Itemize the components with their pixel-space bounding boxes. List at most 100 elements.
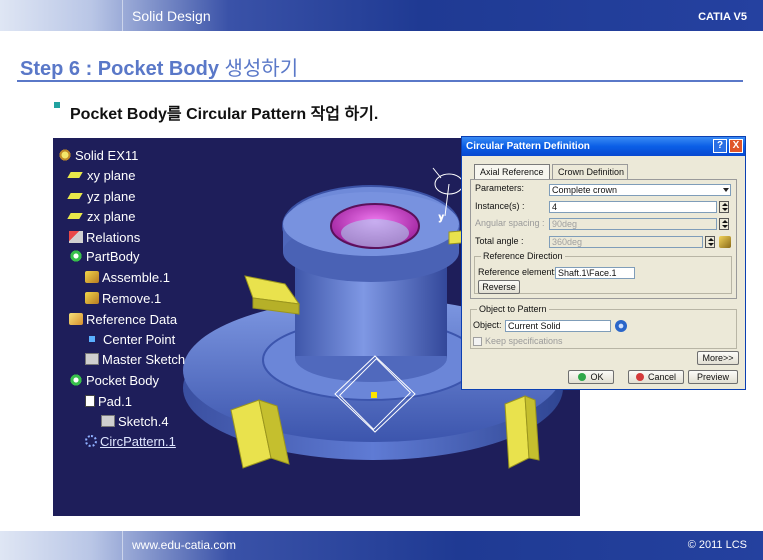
instances-label: Instance(s) : (475, 201, 525, 211)
title-underline (17, 80, 743, 82)
sketch-icon (101, 415, 115, 427)
chevron-down-icon (723, 188, 729, 192)
tree-item-master-sketch[interactable]: Master Sketch (85, 350, 185, 368)
dialog-titlebar[interactable]: Circular Pattern Definition (462, 137, 745, 156)
footer-copyright: © 2011 LCS (687, 539, 747, 551)
total-angle-spinner[interactable] (705, 236, 715, 248)
pattern-tab-right (504, 395, 540, 469)
parameters-value: Complete crown (552, 185, 618, 195)
cancel-button[interactable]: Cancel (628, 370, 684, 384)
bullet-marker (54, 102, 60, 108)
parameters-dropdown[interactable]: Complete crown (549, 184, 731, 196)
header-divider (122, 0, 123, 31)
angular-spacing-input[interactable]: 90deg (549, 218, 717, 230)
footer-divider (122, 531, 123, 560)
reference-direction-group: Reference Direction Reference element: S… (474, 251, 732, 294)
object-to-pattern-group: Object to Pattern Object: Current Solid … (470, 304, 737, 349)
tree-item-label: Master Sketch (102, 351, 186, 367)
tab-crown-definition[interactable]: Crown Definition (552, 164, 628, 179)
reference-data-icon (69, 313, 83, 325)
object-label: Object: (473, 320, 502, 330)
tree-item-pad[interactable]: Pad.1 (85, 392, 132, 410)
tree-item-label: Assemble.1 (102, 269, 170, 285)
more-button[interactable]: More>> (697, 351, 739, 365)
cancel-icon (635, 373, 644, 381)
reference-element-input[interactable]: Shaft.1\Face.1 (555, 267, 635, 279)
tab-axial-reference[interactable]: Axial Reference (474, 164, 550, 179)
tree-item-xy-plane[interactable]: xy plane (67, 166, 136, 184)
header-product-label: CATIA V5 (698, 11, 747, 23)
tree-item-label: Pad.1 (98, 393, 132, 409)
angular-spacing-spinner[interactable] (719, 218, 729, 230)
tree-item-label: yz plane (87, 188, 136, 204)
total-angle-input[interactable]: 360deg (549, 236, 703, 248)
sketch-icon (85, 353, 99, 365)
circular-pattern-dialog[interactable]: Circular Pattern Definition ? X Axial Re… (461, 136, 746, 390)
help-button[interactable]: ? (713, 139, 727, 153)
relations-icon (69, 231, 83, 243)
tree-item-label: Solid EX11 (75, 147, 139, 163)
tree-item-label: Relations (86, 229, 141, 245)
tree-item-label: xy plane (87, 167, 136, 183)
slide-footer: www.edu-catia.com © 2011 LCS (0, 531, 763, 560)
ok-label: OK (590, 372, 604, 382)
tree-item-circpattern[interactable]: CircPattern.1 (85, 432, 176, 450)
reverse-button[interactable]: Reverse (478, 280, 520, 294)
tree-item-root[interactable]: Solid EX11 (58, 146, 138, 164)
body-icon (69, 374, 83, 386)
step-title-en: Step 6 : Pocket Body (20, 58, 219, 80)
circular-pattern-icon (85, 435, 97, 447)
object-to-pattern-title: Object to Pattern (477, 304, 549, 314)
reference-direction-title: Reference Direction (481, 251, 565, 261)
step-title-ko: 생성하기 (224, 58, 299, 80)
tree-item-relations[interactable]: Relations (69, 228, 140, 246)
measure-icon[interactable] (719, 236, 731, 248)
ok-button[interactable]: OK (568, 370, 614, 384)
assemble-icon (85, 271, 99, 283)
close-button[interactable]: X (729, 139, 743, 153)
plane-icon (67, 213, 83, 219)
tree-item-label: Center Point (103, 331, 176, 347)
part-icon (58, 149, 72, 161)
parameters-label: Parameters: (475, 183, 525, 193)
cancel-label: Cancel (647, 372, 676, 382)
axial-reference-panel: Parameters: Complete crown Instance(s) :… (470, 179, 737, 299)
instances-spinner[interactable] (719, 201, 729, 213)
tree-item-partbody[interactable]: PartBody (69, 247, 139, 265)
tree-item-label: CircPattern.1 (100, 433, 176, 449)
header-section-title: Solid Design (132, 8, 211, 24)
preview-button[interactable]: Preview (688, 370, 738, 384)
tree-item-center-point[interactable]: Center Point (85, 330, 175, 348)
remove-icon (85, 292, 99, 304)
plane-icon (67, 193, 83, 199)
angular-spacing-label: Angular spacing : (475, 218, 545, 228)
instances-input[interactable]: 4 (549, 201, 717, 213)
keep-specifications-label: Keep specifications (485, 336, 563, 346)
reference-element-label: Reference element: (478, 267, 557, 277)
footer-url[interactable]: www.edu-catia.com (132, 538, 236, 552)
tree-item-sketch4[interactable]: Sketch.4 (101, 412, 169, 430)
object-input[interactable]: Current Solid (505, 320, 611, 332)
tree-item-zx-plane[interactable]: zx plane (67, 207, 136, 225)
tree-item-reference-data[interactable]: Reference Data (69, 310, 177, 328)
slide-header: Solid Design CATIA V5 (0, 0, 763, 31)
body-icon (69, 250, 83, 262)
plane-icon (67, 172, 83, 178)
tree-item-assemble[interactable]: Assemble.1 (85, 268, 170, 286)
tree-item-yz-plane[interactable]: yz plane (67, 187, 136, 205)
svg-text:y: y (439, 212, 444, 222)
tree-item-label: Reference Data (86, 311, 178, 327)
tree-item-pocket-body[interactable]: Pocket Body (69, 371, 159, 389)
tree-item-remove[interactable]: Remove.1 (85, 289, 161, 307)
ok-icon (578, 373, 587, 381)
tree-item-label: zx plane (87, 208, 136, 224)
tree-item-label: Pocket Body (86, 372, 159, 388)
tree-item-label: Sketch.4 (118, 413, 169, 429)
keep-specifications-checkbox[interactable] (473, 337, 482, 346)
specification-tree[interactable]: Solid EX11 xy plane yz plane zx plane Re… (53, 138, 283, 458)
tree-item-label: Remove.1 (102, 290, 162, 306)
object-select-icon[interactable] (615, 320, 627, 332)
step-title: Step 6 : Pocket Body 생성하기 (20, 52, 298, 81)
pad-icon (85, 395, 95, 407)
point-icon (89, 336, 95, 342)
